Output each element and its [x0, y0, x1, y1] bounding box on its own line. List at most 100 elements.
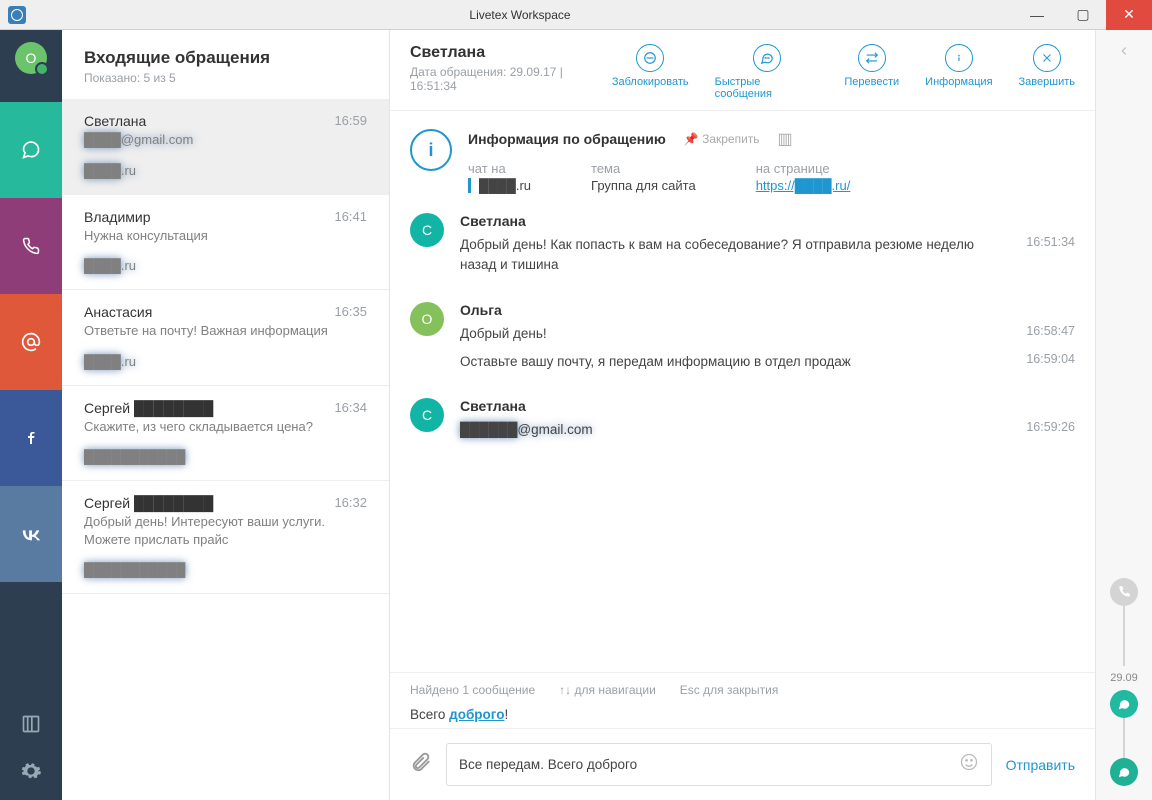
- conv-name: Анастасия: [84, 304, 152, 320]
- conv-name: Сергей ████████: [84, 400, 213, 416]
- phone-icon: [22, 237, 40, 255]
- search-results-bar: Найдено 1 сообщение ↑↓ для навигации Esc…: [390, 672, 1095, 728]
- conv-name: Светлана: [84, 113, 146, 129]
- conv-preview: Ответьте на почту! Важная информация: [84, 322, 367, 340]
- settings-icon[interactable]: [20, 760, 42, 782]
- window-title: Livetex Workspace: [26, 8, 1014, 22]
- quick-messages-label: Быстрые сообщения: [715, 76, 819, 100]
- close-action[interactable]: Завершить: [1019, 44, 1075, 100]
- conversation-list: Светлана16:59 ████@gmail.com ████.ruВлад…: [62, 99, 389, 800]
- conv-preview: Скажите, из чего складывается цена?: [84, 418, 367, 436]
- titlebar: Livetex Workspace — ▢ ✕: [0, 0, 1152, 30]
- quick-messages-icon: [753, 44, 781, 72]
- info-action[interactable]: Информация: [925, 44, 992, 100]
- conv-site: ███████████: [84, 449, 367, 464]
- conversation-sidebar: Входящие обращения Показано: 5 из 5 Свет…: [62, 30, 390, 800]
- send-button[interactable]: Отправить: [1006, 757, 1075, 773]
- timeline-chat-current-icon[interactable]: [1110, 758, 1138, 786]
- conv-site: ████.ru: [84, 163, 367, 178]
- search-result-line: Всего доброго!: [410, 707, 1075, 722]
- conversation-item[interactable]: Владимир16:41 Нужна консультация ████.ru: [62, 195, 389, 291]
- chat-icon: [21, 140, 41, 160]
- info-icon: [945, 44, 973, 72]
- page-label: на странице: [756, 161, 851, 176]
- transfer-icon: [858, 44, 886, 72]
- timeline-date: 29.09: [1110, 672, 1138, 684]
- conversation-item[interactable]: Сергей ████████ 16:34 Скажите, из чего ск…: [62, 386, 389, 482]
- message: С Светлана Добрый день! Как попасть к вам…: [410, 213, 1075, 284]
- info-card: i Информация по обращению 📌 Закрепить ▥ …: [410, 129, 1075, 193]
- message-input-wrap[interactable]: [446, 743, 992, 786]
- timeline-phone-icon[interactable]: [1110, 578, 1138, 606]
- message-time: 16:58:47: [1026, 324, 1075, 344]
- block-icon: [636, 44, 664, 72]
- sidebar-subtitle: Показано: 5 из 5: [84, 71, 367, 85]
- close-icon: [1033, 44, 1061, 72]
- message-text: Добрый день!: [460, 324, 547, 344]
- contact-name: Светлана: [410, 44, 612, 62]
- info-label: Информация: [925, 76, 992, 88]
- conv-name: Сергей ████████: [84, 495, 213, 511]
- transfer-label: Перевести: [844, 76, 899, 88]
- message-input[interactable]: [459, 757, 959, 772]
- attach-icon[interactable]: [410, 751, 432, 778]
- conv-site: ████.ru: [84, 258, 367, 273]
- conversation-item[interactable]: Анастасия16:35 Ответьте на почту! Важная…: [62, 290, 389, 386]
- conv-site: ███████████: [84, 562, 367, 577]
- message-avatar: С: [410, 213, 444, 247]
- pin-button[interactable]: 📌 Закрепить: [684, 132, 760, 146]
- conv-time: 16:34: [334, 400, 367, 416]
- rail-tab-call[interactable]: [0, 198, 62, 294]
- conv-site: ████.ru: [84, 354, 367, 369]
- maximize-button[interactable]: ▢: [1060, 0, 1106, 30]
- conv-name: Владимир: [84, 209, 151, 225]
- message-author: Ольга: [460, 302, 1075, 318]
- message: С Светлана██████@gmail.com16:59:26: [410, 398, 1075, 448]
- panel-icon[interactable]: ▥: [778, 129, 793, 149]
- rail-tab-mail[interactable]: [0, 294, 62, 390]
- minimize-button[interactable]: —: [1014, 0, 1060, 30]
- search-esc-hint: Esc для закрытия: [680, 683, 779, 697]
- rail-tab-vk[interactable]: [0, 486, 62, 582]
- current-user-avatar[interactable]: О: [15, 42, 47, 74]
- timeline-chat-icon[interactable]: [1110, 690, 1138, 718]
- timeline-rail: 29.09: [1096, 30, 1152, 800]
- chat-pane: Светлана Дата обращения: 29.09.17 | 16:5…: [390, 30, 1096, 800]
- message-text: Добрый день! Как попасть к вам на собесе…: [460, 235, 1010, 276]
- rail-tab-facebook[interactable]: [0, 390, 62, 486]
- message-author: Светлана: [460, 213, 1075, 229]
- message-time: 16:59:26: [1026, 420, 1075, 440]
- topic-label: тема: [591, 161, 696, 176]
- close-window-button[interactable]: ✕: [1106, 0, 1152, 30]
- quick-messages-action[interactable]: Быстрые сообщения: [715, 44, 819, 100]
- app-icon: [8, 6, 26, 24]
- emoji-icon[interactable]: [959, 752, 979, 777]
- conversation-item[interactable]: Светлана16:59 ████@gmail.com ████.ru: [62, 99, 389, 195]
- collapse-panel-icon[interactable]: [1117, 44, 1131, 63]
- conv-preview: Нужна консультация: [84, 227, 367, 245]
- search-found: Найдено 1 сообщение: [410, 683, 535, 697]
- block-action[interactable]: Заблокировать: [612, 44, 689, 100]
- chat-on-label: чат на: [468, 161, 531, 176]
- message-avatar: С: [410, 398, 444, 432]
- conv-preview: Добрый день! Интересуют ваши услуги. Мож…: [84, 513, 367, 548]
- message: О Ольга Добрый день! 16:58:47 Оставьте вашу…: [410, 302, 1075, 381]
- message-time: 16:51:34: [1026, 235, 1075, 276]
- chat-scroll[interactable]: i Информация по обращению 📌 Закрепить ▥ …: [390, 111, 1095, 672]
- conv-time: 16:32: [334, 495, 367, 511]
- transfer-action[interactable]: Перевести: [844, 44, 899, 100]
- message-avatar: О: [410, 302, 444, 336]
- pin-label: Закрепить: [702, 132, 759, 146]
- search-nav-hint: ↑↓ для навигации: [559, 683, 656, 697]
- conversation-item[interactable]: Сергей ████████ 16:32 Добрый день! Интере…: [62, 481, 389, 594]
- rail-tab-chat[interactable]: [0, 102, 62, 198]
- close-label: Завершить: [1019, 76, 1075, 88]
- message-text: Оставьте вашу почту, я передам информаци…: [460, 352, 851, 372]
- library-icon[interactable]: [21, 714, 41, 734]
- contact-meta: Дата обращения: 29.09.17 | 16:51:34: [410, 65, 612, 93]
- page-link[interactable]: https://████.ru/: [756, 178, 851, 193]
- nav-rail: О: [0, 30, 62, 800]
- conv-time: 16:59: [334, 113, 367, 129]
- info-card-icon: i: [410, 129, 452, 171]
- mail-icon: [21, 332, 41, 352]
